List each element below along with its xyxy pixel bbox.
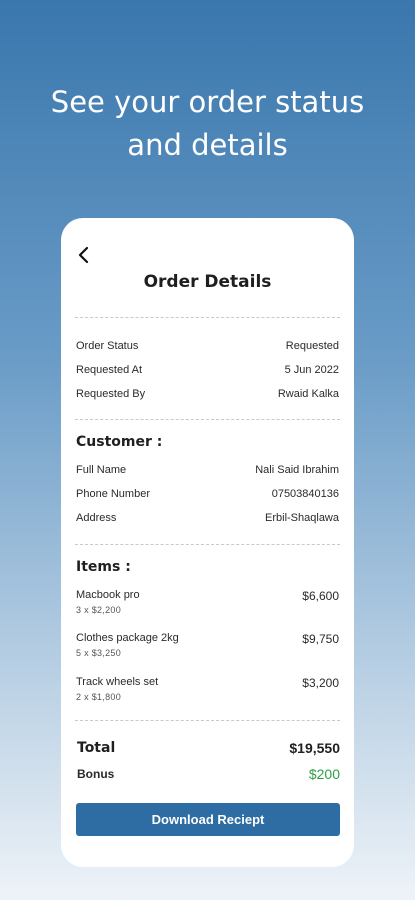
requested-at-label: Requested At xyxy=(76,364,143,376)
requested-by-row: Requested By Rwaid Kalka xyxy=(76,385,339,403)
item-quantity: 2 x $1,800 xyxy=(76,692,122,702)
divider xyxy=(75,544,340,545)
item-price: $9,750 xyxy=(302,632,339,646)
page-title: Order Details xyxy=(143,272,272,292)
total-row: Total $19,550 xyxy=(77,740,340,756)
requested-by-label: Requested By xyxy=(76,388,146,400)
promo-headline: See your order status and details xyxy=(0,81,415,167)
list-item: Macbook pro 3 x $2,200 $6,600 xyxy=(76,589,339,623)
full-name-value: Nali Said Ibrahim xyxy=(255,464,339,476)
phone-row: Phone Number 07503840136 xyxy=(76,485,339,503)
full-name-row: Full Name Nali Said Ibrahim xyxy=(76,461,339,479)
list-item: Track wheels set 2 x $1,800 $3,200 xyxy=(76,676,339,710)
address-row: Address Erbil-Shaqlawa xyxy=(76,509,339,527)
requested-at-row: Requested At 5 Jun 2022 xyxy=(76,361,339,379)
phone-value: 07503840136 xyxy=(271,488,339,500)
phone-label: Phone Number xyxy=(76,488,150,500)
chevron-left-icon xyxy=(78,246,89,264)
customer-section-title: Customer : xyxy=(76,434,163,450)
item-name: Track wheels set xyxy=(76,676,159,688)
full-name-label: Full Name xyxy=(76,464,127,476)
order-details-card: Order Details Order Status Requested Req… xyxy=(61,218,354,867)
items-section-title: Items : xyxy=(76,559,131,575)
order-status-value: Requested xyxy=(285,340,339,352)
item-name: Macbook pro xyxy=(76,589,140,601)
item-name: Clothes package 2kg xyxy=(76,632,179,644)
divider xyxy=(75,317,340,318)
back-button[interactable] xyxy=(75,242,95,268)
requested-by-value: Rwaid Kalka xyxy=(277,388,339,400)
requested-at-value: 5 Jun 2022 xyxy=(284,364,339,376)
bonus-row: Bonus $200 xyxy=(77,766,340,782)
bonus-value: $200 xyxy=(308,766,340,782)
order-status-row: Order Status Requested xyxy=(76,337,339,355)
promo-headline-line2: and details xyxy=(127,128,288,163)
list-item: Clothes package 2kg 5 x $3,250 $9,750 xyxy=(76,632,339,666)
item-quantity: 5 x $3,250 xyxy=(76,648,122,658)
divider xyxy=(75,419,340,420)
item-price: $6,600 xyxy=(302,589,339,603)
address-label: Address xyxy=(76,512,117,524)
total-label: Total xyxy=(77,740,116,756)
divider xyxy=(75,720,340,721)
promo-headline-line1: See your order status xyxy=(50,85,365,120)
item-quantity: 3 x $2,200 xyxy=(76,605,122,615)
item-price: $3,200 xyxy=(302,676,339,690)
order-status-label: Order Status xyxy=(76,340,139,352)
download-receipt-button[interactable]: Download Reciept xyxy=(76,803,340,836)
total-value: $19,550 xyxy=(289,740,340,756)
address-value: Erbil-Shaqlawa xyxy=(265,512,339,524)
bonus-label: Bonus xyxy=(77,767,115,781)
